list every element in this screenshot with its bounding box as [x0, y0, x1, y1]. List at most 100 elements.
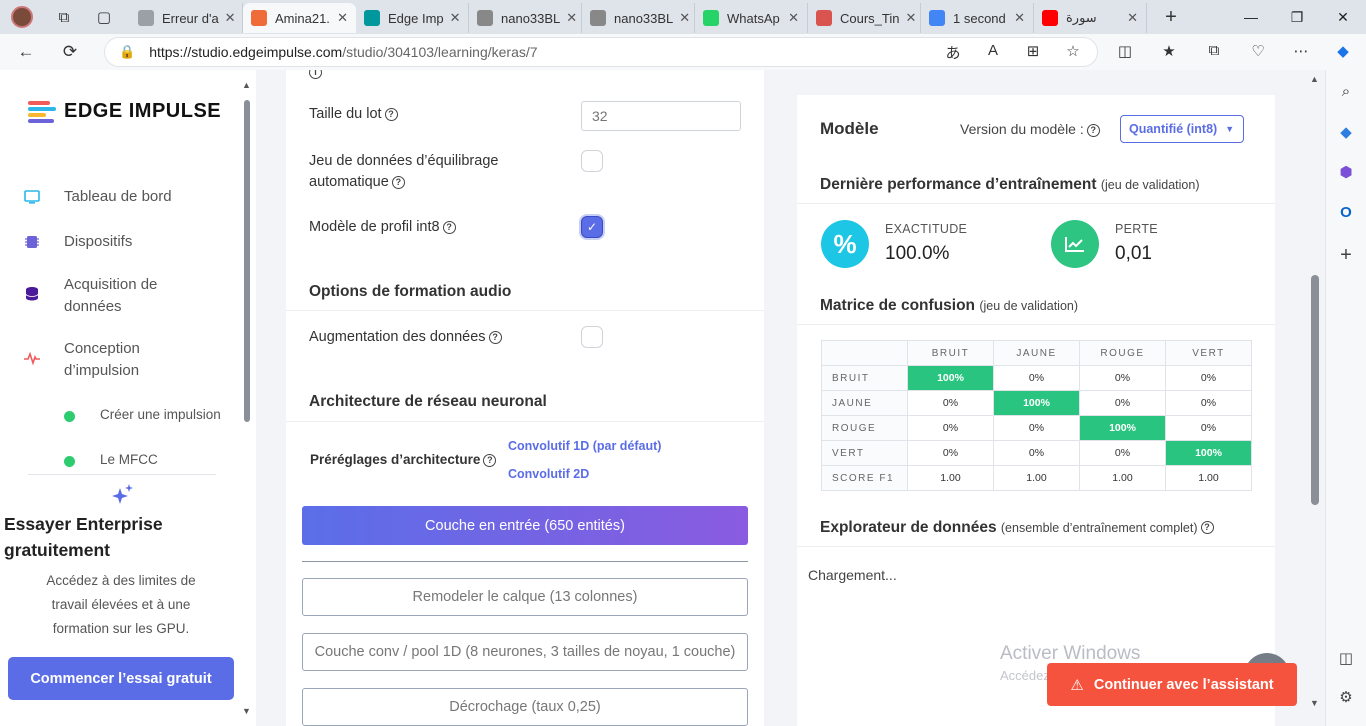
scroll-down-icon[interactable]: ▼: [242, 706, 251, 716]
restore-button[interactable]: ❐: [1274, 0, 1320, 34]
browser-tab[interactable]: Erreur d'a ✕: [130, 3, 243, 33]
preset-conv2d-link[interactable]: Convolutif 2D: [508, 467, 589, 481]
sidebar: EDGE IMPULSE Tableau de bord Dispositifs…: [0, 70, 256, 726]
cm-cell: 100%: [993, 390, 1080, 416]
browser-tab-label: Cours_Tin: [840, 10, 900, 26]
help-icon[interactable]: ?: [1200, 521, 1214, 535]
conv1d-layer-block[interactable]: Couche conv / pool 1D (8 neurones, 3 tai…: [302, 633, 748, 671]
shopping-tag-icon[interactable]: ◆: [1335, 121, 1357, 143]
scroll-up-icon[interactable]: ▲: [1310, 74, 1319, 84]
browser-tab[interactable]: nano33BL ✕: [469, 3, 582, 33]
close-tab-icon[interactable]: ✕: [331, 10, 348, 26]
page-scrollbar[interactable]: ▲ ▼: [1308, 70, 1322, 726]
favorite-star-icon[interactable]: ☆: [1062, 42, 1084, 60]
cm-cell: 100%: [1165, 440, 1252, 466]
browser-tab[interactable]: WhatsAp ✕: [695, 3, 808, 33]
cm-cell: 1.00: [907, 465, 994, 491]
divider: [286, 310, 764, 311]
close-tab-icon[interactable]: ✕: [1008, 10, 1025, 26]
help-icon[interactable]: ?: [1086, 123, 1100, 137]
sidebar-toggle-icon[interactable]: ◫: [1335, 647, 1357, 669]
close-tab-icon[interactable]: ✕: [673, 10, 690, 26]
percent-icon: %: [821, 220, 869, 268]
promo-title: Essayer Enterprise gratuitement: [4, 514, 163, 560]
search-icon[interactable]: ⌕: [1335, 80, 1357, 102]
favicon-icon: [251, 10, 267, 26]
refresh-button[interactable]: ⟳: [52, 37, 88, 67]
browser-tab-label: nano33BL: [614, 10, 674, 26]
browser-tab[interactable]: nano33BL ✕: [582, 3, 695, 33]
dropout-layer-block[interactable]: Décrochage (taux 0,25): [302, 688, 748, 726]
copilot-icon[interactable]: ◆: [1332, 42, 1354, 60]
help-icon[interactable]: ?: [442, 220, 456, 234]
close-window-button[interactable]: ✕: [1320, 0, 1366, 34]
int8-profile-checkbox[interactable]: ✓: [581, 216, 603, 238]
close-tab-icon[interactable]: ✕: [899, 10, 916, 26]
info-icon[interactable]: i: [309, 70, 322, 82]
promo-text: Accédez à des limites de travail élevées…: [46, 573, 196, 636]
url-host: https://studio.edgeimpulse.com: [149, 44, 343, 60]
close-tab-icon[interactable]: ✕: [560, 10, 577, 26]
sidebar-item-label: Acquisition de données: [64, 276, 158, 315]
app-available-icon[interactable]: ⊞: [1022, 42, 1044, 60]
lock-icon: 🔒: [119, 44, 136, 59]
help-icon[interactable]: ?: [384, 107, 398, 121]
browser-tab[interactable]: Amina21. ✕: [243, 3, 356, 33]
close-tab-icon[interactable]: ✕: [444, 10, 461, 26]
architecture-title: Architecture de réseau neuronal: [309, 393, 547, 410]
more-menu-icon[interactable]: ⋯: [1290, 42, 1312, 60]
database-icon: [25, 287, 39, 301]
model-panel: Modèle Version du modèle :? Quantifié (i…: [797, 95, 1275, 726]
preset-conv1d-link[interactable]: Convolutif 1D (par défaut): [508, 439, 661, 453]
sidebar-scrollbar[interactable]: ▲ ▼: [242, 80, 252, 720]
outlook-icon[interactable]: O: [1335, 201, 1357, 223]
split-screen-icon[interactable]: ◫: [1114, 42, 1136, 60]
help-icon[interactable]: ?: [391, 175, 405, 189]
close-tab-icon[interactable]: ✕: [1121, 10, 1138, 26]
start-trial-button[interactable]: Commencer l’essai gratuit: [8, 657, 234, 700]
new-tab-button[interactable]: +: [1153, 6, 1189, 29]
browser-essentials-icon[interactable]: ♡: [1247, 42, 1269, 60]
input-layer-block[interactable]: Couche en entrée (650 entités): [302, 506, 748, 545]
table-row: JAUNE 0% 100% 0% 0%: [821, 390, 1252, 416]
browser-tab[interactable]: Edge Imp ✕: [356, 3, 469, 33]
profile-avatar[interactable]: [0, 0, 44, 34]
batch-size-input[interactable]: [581, 101, 741, 131]
read-aloud-icon[interactable]: A: [982, 42, 1004, 59]
browser-tab[interactable]: سورة ✕: [1034, 3, 1147, 33]
help-icon[interactable]: ?: [483, 453, 497, 467]
scroll-down-icon[interactable]: ▼: [1310, 698, 1319, 708]
autobalance-checkbox[interactable]: [581, 150, 603, 172]
collections-icon[interactable]: ⧉: [1203, 42, 1225, 59]
workspaces-icon[interactable]: ⧉: [44, 9, 84, 26]
favorites-icon[interactable]: ★: [1158, 42, 1180, 60]
cm-cell: 0%: [1079, 390, 1166, 416]
extension-icon[interactable]: ⬢: [1335, 161, 1357, 183]
add-icon[interactable]: +: [1335, 244, 1357, 266]
confusion-matrix-title: Matrice de confusion (jeu de validation): [820, 297, 1079, 314]
close-tab-icon[interactable]: ✕: [219, 10, 236, 26]
cm-cell: 0%: [907, 440, 994, 466]
scrollbar-thumb[interactable]: [244, 100, 250, 422]
scrollbar-thumb[interactable]: [1311, 275, 1319, 505]
translate-icon[interactable]: あ: [942, 42, 964, 63]
table-row: SCORE F1 1.00 1.00 1.00 1.00: [821, 465, 1252, 491]
tab-actions-icon[interactable]: ▢: [84, 8, 124, 26]
help-icon[interactable]: ?: [488, 330, 502, 344]
chip-icon: [25, 236, 39, 248]
scroll-up-icon[interactable]: ▲: [242, 80, 251, 90]
assistant-button[interactable]: ⚠ Continuer avec l’assistant: [1047, 663, 1297, 706]
browser-tab-label: nano33BL: [501, 10, 561, 26]
model-version-select[interactable]: Quantifié (int8) ▼: [1120, 115, 1244, 143]
settings-gear-icon[interactable]: ⚙: [1335, 686, 1357, 708]
browser-tab[interactable]: 1 second ✕: [921, 3, 1034, 33]
close-tab-icon[interactable]: ✕: [782, 10, 799, 26]
augmentation-checkbox[interactable]: [581, 326, 603, 348]
reshape-layer-block[interactable]: Remodeler le calque (13 colonnes): [302, 578, 748, 616]
windows-watermark-title: Activer Windows: [1000, 643, 1141, 664]
divider: [286, 421, 764, 422]
cm-cell: 0%: [907, 415, 994, 441]
browser-tab[interactable]: Cours_Tin ✕: [808, 3, 921, 33]
minimize-button[interactable]: —: [1228, 0, 1274, 34]
back-button[interactable]: ←: [8, 37, 44, 67]
